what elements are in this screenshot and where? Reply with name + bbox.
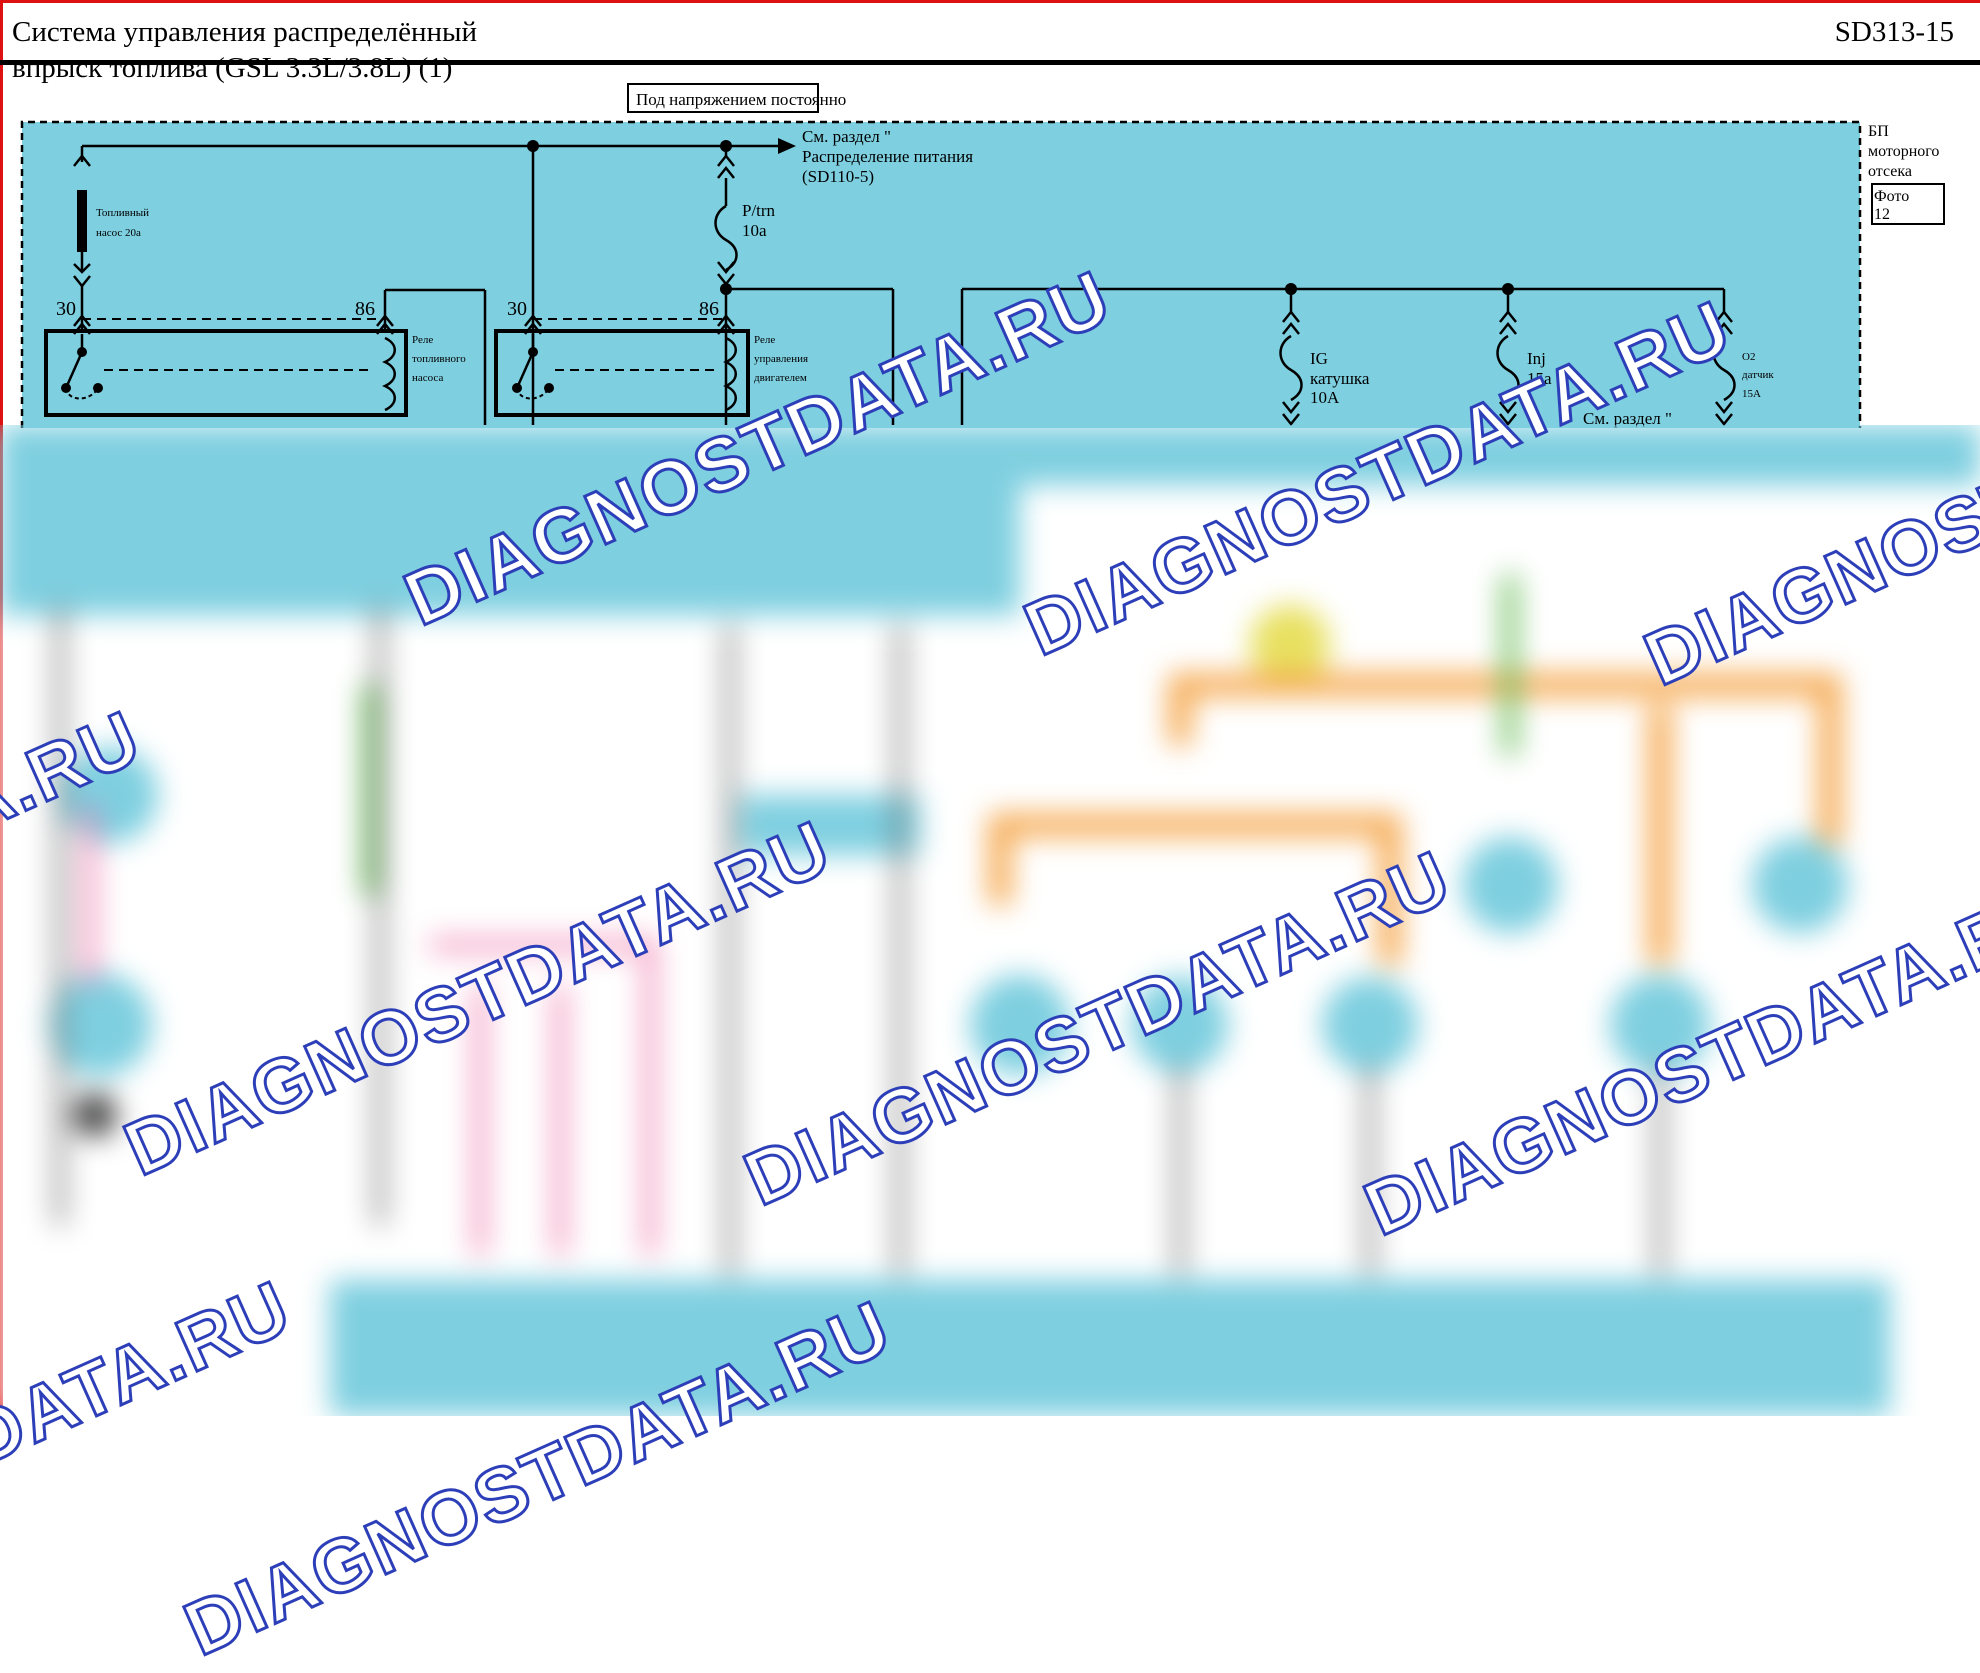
fuel-pump-relay-label3: насоса	[412, 372, 443, 384]
ig-fuse-label: IG	[1310, 349, 1328, 368]
fuel-pump-fuse-rating: насос 20a	[96, 227, 141, 239]
blurred-diagram-area	[0, 425, 1980, 1416]
photo-number: 12	[1874, 206, 1890, 223]
fuel-pump-fuse-label: Топливный	[96, 207, 149, 219]
engine-relay-label2: управления	[754, 353, 808, 365]
fuel-pump-relay-pin-86: 86	[355, 298, 375, 320]
power-box-label: Под напряжением постоянно	[636, 90, 846, 109]
blurred-wiring	[0, 425, 1980, 1416]
photo-label: Фото	[1874, 188, 1909, 205]
side-label-line2: моторного	[1868, 143, 1939, 160]
o2-fuse-label: O2	[1742, 351, 1755, 363]
junction-dot	[720, 283, 732, 295]
junction-dot	[1285, 283, 1297, 295]
engine-relay-label1: Реле	[754, 334, 775, 346]
junction-dot	[527, 140, 539, 152]
junction-dot	[1502, 283, 1514, 295]
reference-line3: (SD110-5)	[802, 167, 874, 186]
fuel-pump-relay-pin-30: 30	[56, 298, 76, 320]
engine-relay-pin-30: 30	[507, 298, 527, 320]
side-label-line1: БП	[1868, 123, 1889, 140]
junction-dot	[720, 140, 732, 152]
ig-fuse-desc: катушка	[1310, 369, 1370, 388]
fuel-pump-relay-label1: Реле	[412, 334, 433, 346]
reference-line1: См. раздел "	[802, 127, 891, 146]
o2-fuse-desc: датчик	[1742, 369, 1774, 381]
engine-relay-pin-86: 86	[699, 298, 719, 320]
o2-fuse-rating: 15A	[1742, 388, 1761, 400]
ptrn-fuse-label: P/trn	[742, 201, 776, 220]
fuel-pump-relay-label2: топливного	[412, 353, 466, 365]
ptrn-fuse-rating: 10a	[742, 221, 767, 240]
reference-line2: Распределение питания	[802, 147, 973, 166]
ig-fuse-rating: 10A	[1310, 388, 1340, 407]
side-label-line3: отсека	[1868, 163, 1912, 180]
